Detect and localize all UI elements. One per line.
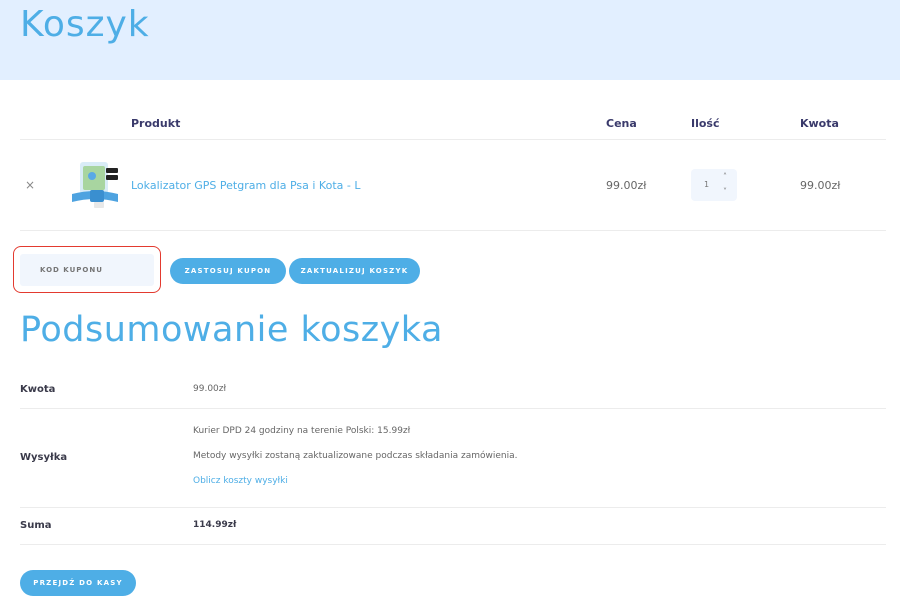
product-thumbnail[interactable]: [70, 160, 120, 212]
summary-total-label: Suma: [20, 520, 52, 531]
summary-title: Podsumowanie koszyka: [20, 310, 443, 350]
coupon-input[interactable]: [20, 254, 154, 286]
shipping-option: Kurier DPD 24 godziny na terenie Polski:…: [193, 426, 411, 436]
table-row: × Lokalizator GPS Petgram dla Psa i Kota…: [20, 140, 886, 231]
chevron-down-icon[interactable]: ˅: [723, 187, 727, 196]
product-name-link[interactable]: Lokalizator GPS Petgram dla Psa i Kota -…: [131, 179, 360, 192]
shipping-note: Metody wysyłki zostaną zaktualizowane po…: [193, 451, 518, 461]
shipping-calc-link[interactable]: Oblicz koszty wysyłki: [193, 476, 288, 486]
apply-coupon-button[interactable]: ZASTOSUJ KUPON: [170, 258, 286, 284]
checkout-button[interactable]: PRZEJDŹ DO KASY: [20, 570, 136, 596]
header-product: Produkt: [131, 117, 181, 130]
page-title: Koszyk: [20, 4, 150, 45]
quantity-stepper[interactable]: 1 ˄ ˅: [691, 169, 737, 201]
summary-total-value: 114.99zł: [193, 520, 237, 530]
chevron-up-icon[interactable]: ˄: [723, 172, 727, 181]
summary-subtotal-row: Kwota 99.00zł: [20, 370, 886, 409]
page-header: Koszyk: [0, 0, 900, 80]
summary-subtotal-label: Kwota: [20, 384, 56, 395]
summary-shipping-label: Wysyłka: [20, 452, 68, 463]
header-price: Cena: [606, 117, 637, 130]
remove-item-icon[interactable]: ×: [25, 178, 35, 192]
header-subtotal: Kwota: [800, 117, 839, 130]
summary-subtotal-value: 99.00zł: [193, 384, 227, 394]
update-cart-button[interactable]: ZAKTUALIZUJ KOSZYK: [289, 258, 420, 284]
quantity-value[interactable]: 1: [704, 180, 709, 189]
product-price: 99.00zł: [606, 179, 647, 192]
summary-total-row: Suma 114.99zł: [20, 508, 886, 545]
product-subtotal: 99.00zł: [800, 179, 841, 192]
header-qty: Ilość: [691, 117, 720, 130]
summary-shipping-row: Wysyłka Kurier DPD 24 godziny na terenie…: [20, 409, 886, 508]
cart-table-header: Produkt Cena Ilość Kwota: [20, 100, 886, 140]
